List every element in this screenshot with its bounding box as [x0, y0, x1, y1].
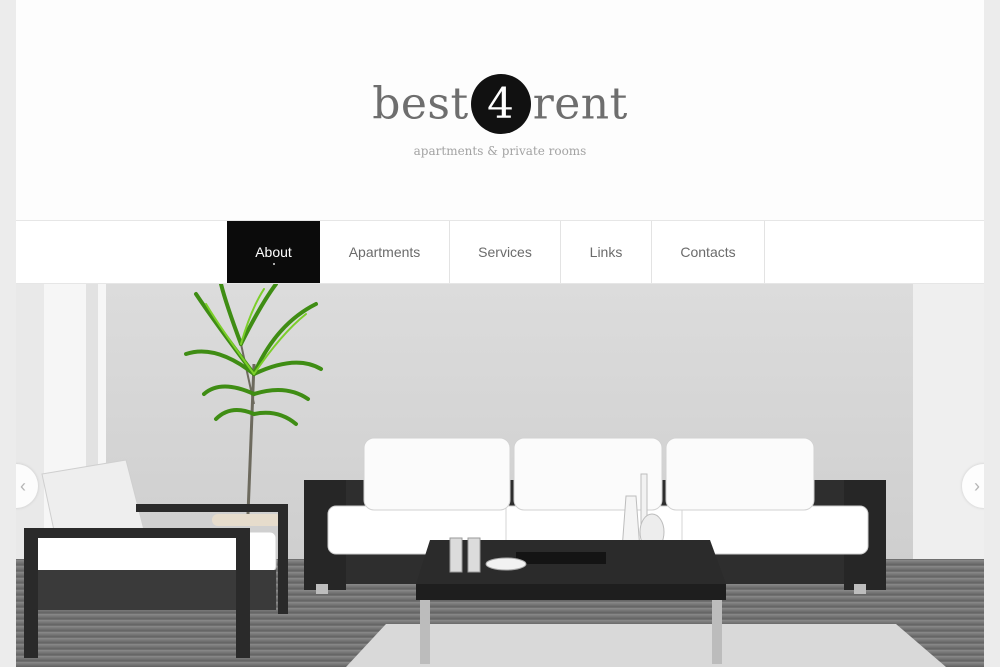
- site-header: best 4 rent apartments & private rooms: [16, 0, 984, 220]
- site-tagline: apartments & private rooms: [413, 144, 587, 158]
- site-logo[interactable]: best 4 rent: [16, 74, 984, 134]
- nav-item-apartments[interactable]: Apartments: [320, 221, 450, 283]
- nav-item-services[interactable]: Services: [450, 221, 561, 283]
- logo-prefix: best: [372, 78, 469, 130]
- nav-item-links[interactable]: Links: [561, 221, 652, 283]
- logo-number-badge: 4: [470, 74, 531, 134]
- page: best 4 rent apartments & private rooms Abo…: [16, 0, 984, 667]
- logo-suffix: rent: [532, 78, 628, 130]
- hero-slider[interactable]: ‹ ›: [16, 284, 984, 667]
- chevron-left-icon: ‹: [20, 476, 26, 496]
- nav-item-contacts[interactable]: Contacts: [652, 221, 765, 283]
- living-room-photo: [16, 284, 984, 667]
- main-nav: About Apartments Services Links Contacts: [16, 220, 984, 284]
- chevron-right-icon: ›: [974, 476, 980, 496]
- nav-item-about[interactable]: About: [227, 221, 320, 283]
